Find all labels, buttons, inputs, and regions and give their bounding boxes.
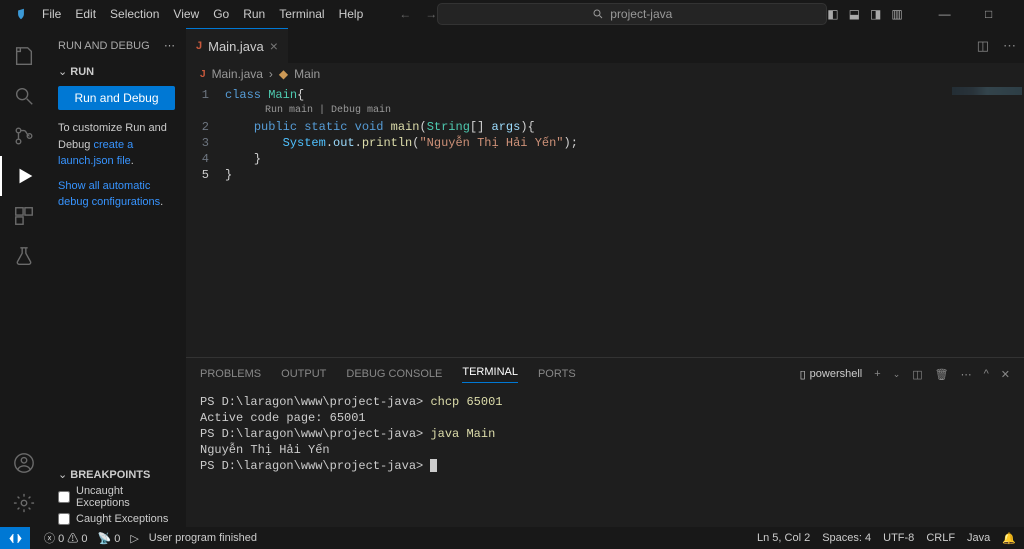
- bottom-panel: PROBLEMS OUTPUT DEBUG CONSOLE TERMINAL P…: [186, 357, 1024, 527]
- menu-selection[interactable]: Selection: [104, 3, 165, 25]
- bp-caught-checkbox[interactable]: [58, 513, 70, 525]
- titlebar: File Edit Selection View Go Run Terminal…: [0, 0, 1024, 28]
- new-terminal-icon[interactable]: +: [874, 368, 880, 380]
- menu-run[interactable]: Run: [237, 3, 271, 25]
- breadcrumb[interactable]: J Main.java › ◆ Main: [186, 63, 1024, 85]
- window-close[interactable]: ✕: [1017, 7, 1024, 21]
- status-errors[interactable]: ⓧ 0 ⚠ 0: [44, 530, 87, 546]
- remote-button[interactable]: [0, 527, 30, 549]
- activity-source-control[interactable]: [0, 116, 48, 156]
- sidebar-title: RUN AND DEBUG: [58, 40, 150, 52]
- nav-arrows: ← →: [399, 7, 437, 21]
- split-terminal-icon[interactable]: ◫: [912, 368, 922, 381]
- chevron-down-icon[interactable]: ⌄: [893, 369, 901, 380]
- activity-accounts[interactable]: [0, 443, 48, 483]
- tab-more-icon[interactable]: ⋯: [1003, 38, 1016, 54]
- run-and-debug-button[interactable]: Run and Debug: [58, 86, 175, 110]
- tab-close-icon[interactable]: ×: [270, 38, 278, 54]
- sidebar-more-icon[interactable]: ⋯: [164, 39, 175, 52]
- line-numbers: 12345: [186, 87, 221, 357]
- customize-text: To customize Run and Debug create a laun…: [48, 116, 185, 174]
- activity-run-debug[interactable]: [0, 156, 48, 196]
- layout-sidebar-right-icon[interactable]: ◨: [870, 7, 881, 21]
- bp-caught[interactable]: Caught Exceptions: [48, 511, 185, 527]
- app-logo: [8, 3, 34, 25]
- tab-label: Main.java: [208, 39, 264, 54]
- status-debug-icon[interactable]: ▷: [130, 532, 138, 545]
- status-encoding[interactable]: UTF-8: [883, 532, 914, 545]
- window-maximize[interactable]: □: [973, 7, 1005, 21]
- java-file-icon: J: [196, 40, 202, 52]
- status-ports[interactable]: 📡 0: [97, 532, 120, 545]
- status-language[interactable]: Java: [967, 532, 990, 545]
- search-text: project-java: [610, 7, 672, 21]
- menu-bar: File Edit Selection View Go Run Terminal…: [0, 3, 369, 25]
- bp-uncaught-checkbox[interactable]: [58, 491, 70, 503]
- panel-debug-console[interactable]: DEBUG CONSOLE: [346, 368, 442, 380]
- panel-output[interactable]: OUTPUT: [281, 368, 326, 380]
- window-minimize[interactable]: —: [929, 7, 961, 21]
- auto-configs-link[interactable]: Show all automatic debug configurations: [58, 180, 160, 209]
- menu-view[interactable]: View: [167, 3, 205, 25]
- menu-help[interactable]: Help: [333, 3, 370, 25]
- terminal-shell-select[interactable]: ▯powershell: [800, 368, 863, 381]
- java-file-icon: J: [200, 69, 206, 80]
- bp-uncaught[interactable]: Uncaught Exceptions: [48, 483, 185, 511]
- activity-settings[interactable]: [0, 483, 48, 523]
- layout-customize-icon[interactable]: ▥: [891, 7, 902, 21]
- status-spaces[interactable]: Spaces: 4: [822, 532, 871, 545]
- panel-more-icon[interactable]: ⋯: [961, 368, 972, 381]
- codelens[interactable]: Run main | Debug main: [225, 103, 1024, 119]
- status-notifications-icon[interactable]: 🔔: [1002, 532, 1016, 545]
- activity-testing[interactable]: [0, 236, 48, 276]
- activity-extensions[interactable]: [0, 196, 48, 236]
- kill-terminal-icon[interactable]: 🗑: [935, 368, 949, 381]
- command-center[interactable]: project-java: [437, 3, 827, 25]
- class-icon: ◆: [279, 67, 288, 81]
- menu-file[interactable]: File: [36, 3, 67, 25]
- code-editor[interactable]: 12345 class Main{ Run main | Debug main …: [186, 85, 1024, 357]
- panel-ports[interactable]: PORTS: [538, 368, 576, 380]
- menu-edit[interactable]: Edit: [69, 3, 102, 25]
- panel-problems[interactable]: PROBLEMS: [200, 368, 261, 380]
- status-bar: ⓧ 0 ⚠ 0 📡 0 ▷ User program finished Ln 5…: [0, 527, 1024, 549]
- nav-back[interactable]: ←: [399, 7, 411, 21]
- layout-panel-icon[interactable]: ⬓: [849, 7, 860, 21]
- status-lncol[interactable]: Ln 5, Col 2: [757, 532, 810, 545]
- search-icon: [592, 8, 604, 20]
- editor-tabs: J Main.java × ◫ ⋯: [186, 28, 1024, 63]
- maximize-panel-icon[interactable]: ^: [984, 368, 989, 380]
- nav-forward[interactable]: →: [425, 7, 437, 21]
- panel-terminal[interactable]: TERMINAL: [462, 366, 518, 383]
- sidebar: RUN AND DEBUG ⋯ RUN Run and Debug To cus…: [48, 28, 186, 527]
- terminal-body[interactable]: PS D:\laragon\www\project-java> chcp 650…: [186, 390, 1024, 527]
- layout-sidebar-left-icon[interactable]: ◧: [827, 7, 838, 21]
- close-panel-icon[interactable]: ✕: [1001, 368, 1010, 381]
- activity-search[interactable]: [0, 76, 48, 116]
- status-eol[interactable]: CRLF: [926, 532, 955, 545]
- tab-main-java[interactable]: J Main.java ×: [186, 28, 288, 63]
- activity-bar: [0, 28, 48, 527]
- activity-explorer[interactable]: [0, 36, 48, 76]
- section-breakpoints[interactable]: BREAKPOINTS: [48, 466, 185, 483]
- split-editor-icon[interactable]: ◫: [977, 38, 989, 54]
- terminal-cursor: [430, 459, 437, 472]
- menu-go[interactable]: Go: [207, 3, 235, 25]
- menu-terminal[interactable]: Terminal: [273, 3, 330, 25]
- status-message: User program finished: [149, 532, 257, 544]
- section-run[interactable]: RUN: [48, 63, 185, 80]
